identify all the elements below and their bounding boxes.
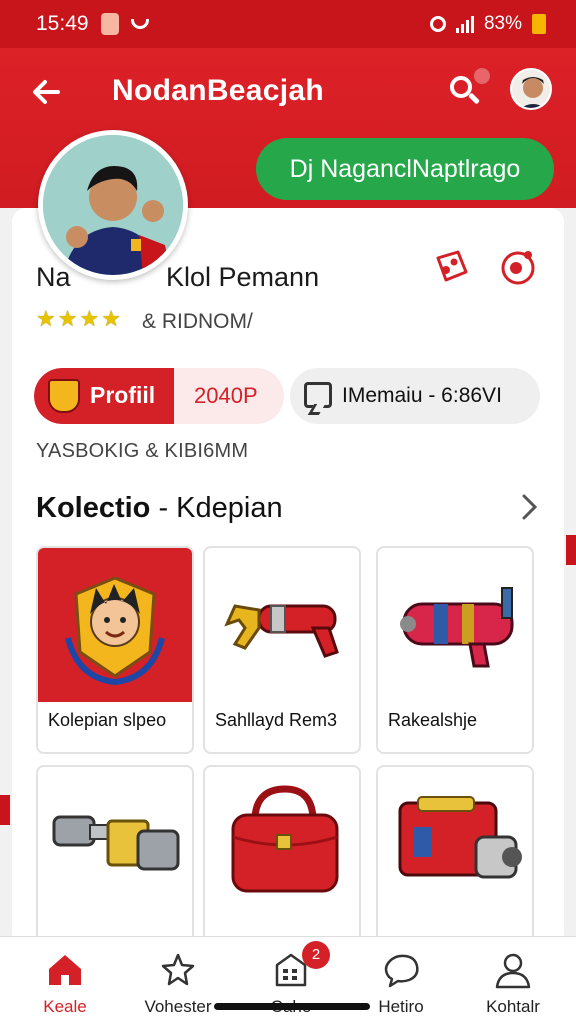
bottom-nav: Keale Vohester 2 Cahe Hetiro Kohtalr bbox=[0, 936, 576, 1024]
profile-pill[interactable]: Profiil 2040P bbox=[34, 368, 284, 424]
battery-icon bbox=[532, 14, 546, 34]
star-icon: ★ bbox=[79, 306, 100, 331]
nav-calendar[interactable]: 2 Cahe bbox=[236, 937, 346, 1024]
chevron-right-icon bbox=[522, 494, 538, 520]
collection-item-caption: Rakealshje bbox=[388, 710, 478, 730]
collection-item-art bbox=[205, 767, 359, 921]
rating-stars: ★ ★ ★ ★ bbox=[36, 308, 121, 330]
status-bar: 15:49 83% bbox=[0, 0, 576, 48]
stars-icon bbox=[161, 953, 195, 986]
battery-percent: 83% bbox=[483, 13, 522, 34]
notification-dot bbox=[472, 66, 492, 86]
stats-text: YASBOKIG & KIBI6MM bbox=[36, 440, 249, 462]
collection-item-art bbox=[378, 767, 532, 921]
home-icon bbox=[49, 955, 81, 985]
person-icon bbox=[495, 953, 531, 989]
collection-item[interactable]: Kolepian slpeo bbox=[36, 546, 194, 754]
message-pill-label: IMemaiu - 6:86VI bbox=[342, 384, 502, 407]
cast-icon bbox=[130, 19, 149, 29]
collection-item-art bbox=[378, 548, 532, 702]
collection-item[interactable] bbox=[203, 765, 361, 945]
nav-home[interactable]: Keale bbox=[10, 937, 120, 1024]
cannon-icon bbox=[398, 796, 522, 879]
message-icon bbox=[304, 382, 332, 408]
notification-icon bbox=[100, 13, 119, 35]
profile-pill-value: 2040P bbox=[194, 383, 258, 408]
club-crest-icon bbox=[48, 379, 80, 413]
collection-title-bold: Kolectio bbox=[36, 492, 151, 524]
dumbbell-icon bbox=[52, 815, 180, 871]
collection-item[interactable] bbox=[36, 765, 194, 945]
chat-icon bbox=[384, 954, 419, 988]
record-button[interactable] bbox=[498, 246, 538, 286]
profile-avatar[interactable] bbox=[38, 130, 188, 280]
collection-item-art bbox=[205, 548, 359, 702]
star-icon: ★ bbox=[101, 306, 121, 331]
nav-home-label: Keale bbox=[43, 997, 87, 1016]
nav-chat[interactable]: Hetiro bbox=[346, 937, 456, 1024]
decor-strip bbox=[0, 795, 10, 825]
nav-favorites[interactable]: Vohester bbox=[123, 937, 233, 1024]
app-title: NodanBeacjah bbox=[112, 74, 324, 107]
primary-action-button[interactable]: Dj NaganclNaptlrago bbox=[256, 138, 554, 200]
back-button[interactable] bbox=[28, 74, 64, 110]
profile-name-first: Na bbox=[36, 262, 71, 292]
handbag-icon bbox=[231, 785, 339, 893]
collection-item[interactable] bbox=[376, 765, 534, 945]
message-pill[interactable]: IMemaiu - 6:86VI bbox=[290, 368, 540, 424]
player-photo-icon bbox=[43, 135, 183, 275]
star-icon: ★ bbox=[57, 306, 78, 331]
collection-item-caption: Sahllayd Rem3 bbox=[215, 710, 338, 730]
nav-profile[interactable]: Kohtalr bbox=[458, 937, 568, 1024]
collection-item[interactable]: Rakealshje bbox=[376, 546, 534, 754]
collection-item-caption: Kolepian slpeo bbox=[48, 710, 167, 730]
signal-icon bbox=[455, 15, 474, 33]
collection-item[interactable]: Sahllayd Rem3 bbox=[203, 546, 361, 754]
record-icon bbox=[501, 251, 535, 285]
blaster-gun-icon bbox=[400, 587, 514, 668]
nav-badge: 2 bbox=[302, 941, 330, 969]
collection-more-button[interactable] bbox=[520, 492, 540, 530]
home-indicator[interactable] bbox=[214, 1003, 370, 1010]
back-arrow-icon bbox=[33, 80, 60, 104]
collection-item-art bbox=[38, 767, 192, 921]
player-crest-icon bbox=[65, 576, 165, 686]
claw-blaster-icon bbox=[224, 604, 339, 658]
alarm-icon bbox=[429, 16, 446, 32]
status-time: 15:49 bbox=[36, 12, 89, 35]
collection-item-art bbox=[38, 548, 192, 702]
tag-icon bbox=[436, 250, 468, 282]
search-button[interactable] bbox=[446, 66, 492, 112]
profile-name: Klol Pemann bbox=[166, 262, 320, 292]
nav-profile-label: Kohtalr bbox=[486, 997, 540, 1016]
profile-pill-label: Profiil bbox=[90, 382, 156, 408]
tag-button[interactable] bbox=[432, 246, 472, 286]
decor-strip bbox=[566, 535, 576, 565]
star-icon: ★ bbox=[36, 306, 56, 331]
rating-text: & RIDNOM/ bbox=[142, 310, 253, 333]
collection-title: Kolectio - Kdepian bbox=[36, 492, 283, 525]
collection-title-rest: - Kdepian bbox=[158, 492, 283, 524]
user-avatar[interactable] bbox=[510, 68, 552, 110]
